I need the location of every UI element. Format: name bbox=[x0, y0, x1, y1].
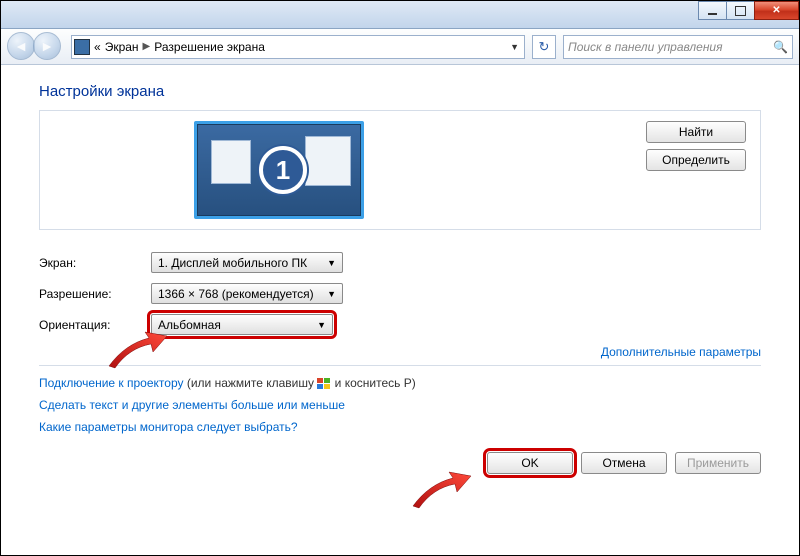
orientation-value: Альбомная bbox=[158, 318, 221, 332]
search-placeholder: Поиск в панели управления bbox=[568, 40, 723, 54]
find-button[interactable]: Найти bbox=[646, 121, 746, 143]
orientation-combo[interactable]: Альбомная ▼ bbox=[151, 314, 333, 335]
close-button[interactable]: ✕ bbox=[754, 1, 799, 20]
ok-button[interactable]: OK bbox=[487, 452, 573, 474]
minimize-button[interactable] bbox=[698, 1, 727, 20]
forward-button[interactable]: ► bbox=[33, 32, 61, 60]
back-button[interactable]: ◄ bbox=[7, 32, 35, 60]
display-label: Экран: bbox=[39, 256, 151, 270]
refresh-button[interactable]: ↻ bbox=[532, 35, 556, 59]
advanced-params-link[interactable]: Дополнительные параметры bbox=[601, 345, 761, 359]
row-orientation: Ориентация: Альбомная ▼ bbox=[39, 314, 761, 335]
windows-key-icon bbox=[317, 378, 331, 390]
row-resolution: Разрешение: 1366 × 768 (рекомендуется) ▼ bbox=[39, 283, 761, 304]
nav-back-forward: ◄ ► bbox=[7, 32, 67, 62]
projector-line: Подключение к проектору (или нажмите кла… bbox=[39, 376, 761, 390]
address-dropdown-icon[interactable]: ▼ bbox=[507, 42, 522, 52]
row-display: Экран: 1. Дисплей мобильного ПК ▼ bbox=[39, 252, 761, 273]
display-combo[interactable]: 1. Дисплей мобильного ПК ▼ bbox=[151, 252, 343, 273]
cancel-button[interactable]: Отмена bbox=[581, 452, 667, 474]
monitor-preview[interactable]: 1 bbox=[194, 121, 364, 219]
navigation-bar: ◄ ► « Экран ▶ Разрешение экрана ▼ ↻ Поис… bbox=[1, 29, 799, 65]
projector-text-b: и коснитесь P) bbox=[331, 376, 415, 390]
breadcrumb-item-display[interactable]: Экран bbox=[105, 40, 139, 54]
maximize-button[interactable] bbox=[726, 1, 755, 20]
orientation-label: Ориентация: bbox=[39, 318, 151, 332]
footer-buttons: OK Отмена Применить bbox=[39, 452, 761, 474]
detect-button[interactable]: Определить bbox=[646, 149, 746, 171]
address-bar[interactable]: « Экран ▶ Разрешение экрана ▼ bbox=[71, 35, 525, 59]
annotation-arrow-icon bbox=[409, 470, 473, 510]
which-monitor-line: Какие параметры монитора следует выбрать… bbox=[39, 420, 761, 434]
search-input[interactable]: Поиск в панели управления 🔍 bbox=[563, 35, 793, 59]
resolution-label: Разрешение: bbox=[39, 287, 151, 301]
resolution-combo[interactable]: 1366 × 768 (рекомендуется) ▼ bbox=[151, 283, 343, 304]
advanced-params-row: Дополнительные параметры bbox=[39, 345, 761, 359]
content-area: Настройки экрана 1 Найти Определить Экра… bbox=[1, 65, 799, 486]
chevron-down-icon: ▼ bbox=[317, 320, 326, 330]
textsize-link[interactable]: Сделать текст и другие элементы больше и… bbox=[39, 398, 345, 412]
preview-window-icon bbox=[305, 136, 351, 186]
which-monitor-link[interactable]: Какие параметры монитора следует выбрать… bbox=[39, 420, 298, 434]
chevron-down-icon: ▼ bbox=[327, 258, 336, 268]
page-title: Настройки экрана bbox=[39, 83, 761, 100]
projector-link[interactable]: Подключение к проектору bbox=[39, 376, 184, 390]
resolution-value: 1366 × 768 (рекомендуется) bbox=[158, 287, 314, 301]
search-icon: 🔍 bbox=[773, 40, 788, 54]
divider bbox=[39, 365, 761, 366]
preview-window-icon bbox=[211, 140, 251, 184]
control-panel-icon bbox=[74, 39, 90, 55]
textsize-line: Сделать текст и другие элементы больше и… bbox=[39, 398, 761, 412]
window-titlebar: ✕ bbox=[1, 1, 799, 29]
projector-text-a: (или нажмите клавишу bbox=[184, 376, 318, 390]
apply-button[interactable]: Применить bbox=[675, 452, 761, 474]
settings-form: Экран: 1. Дисплей мобильного ПК ▼ Разреш… bbox=[39, 252, 761, 335]
display-value: 1. Дисплей мобильного ПК bbox=[158, 256, 307, 270]
breadcrumb-item-resolution[interactable]: Разрешение экрана bbox=[154, 40, 265, 54]
breadcrumb-prefix: « bbox=[94, 40, 101, 54]
preview-side-buttons: Найти Определить bbox=[646, 121, 746, 219]
chevron-down-icon: ▼ bbox=[327, 289, 336, 299]
monitor-number-badge: 1 bbox=[259, 146, 307, 194]
chevron-right-icon: ▶ bbox=[143, 41, 151, 52]
monitor-preview-row: 1 Найти Определить bbox=[39, 110, 761, 230]
